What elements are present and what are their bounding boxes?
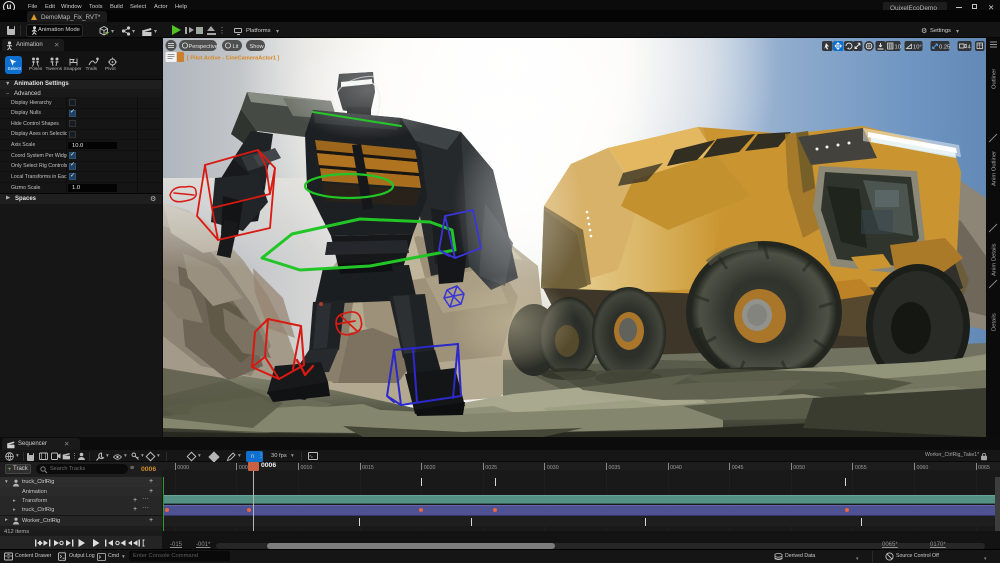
svg-text:Perspective: Perspective xyxy=(189,44,218,50)
svg-text:Anim Outliner: Anim Outliner xyxy=(992,151,998,186)
svg-text:[ Pilot Active - CineCameraAct: [ Pilot Active - CineCameraActor1 ] xyxy=(187,56,280,62)
svg-text:10: 10 xyxy=(895,44,901,50)
svg-text:Lit: Lit xyxy=(233,44,239,50)
svg-text:Anim Details: Anim Details xyxy=(992,243,998,276)
svg-text:0.25: 0.25 xyxy=(939,44,950,50)
svg-text:Details: Details xyxy=(992,313,998,331)
svg-text:Show: Show xyxy=(250,44,265,50)
svg-text:10°: 10° xyxy=(913,44,922,50)
svg-text:Outliner: Outliner xyxy=(992,69,998,89)
